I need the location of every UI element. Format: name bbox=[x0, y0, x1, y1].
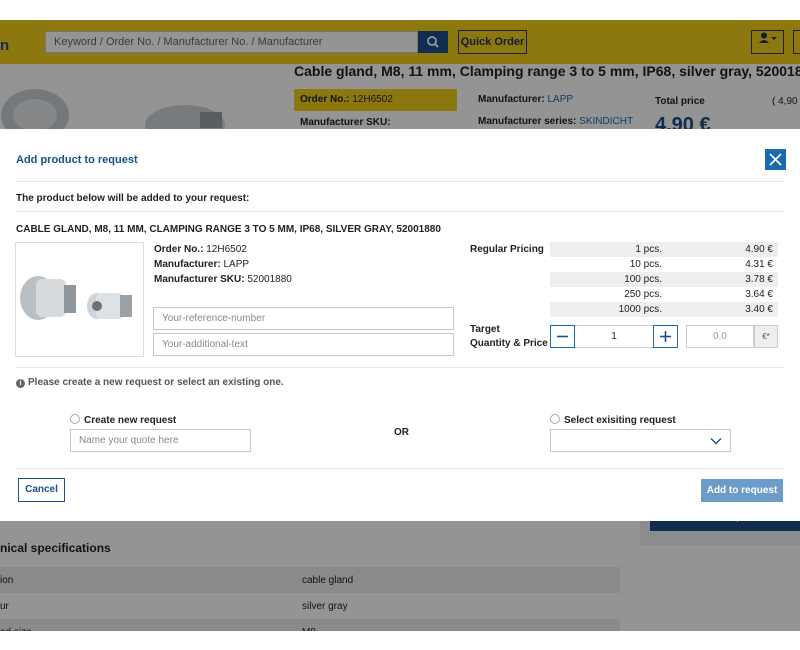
product-thumbnail bbox=[15, 242, 144, 357]
price-tier-row: 10 pcs. 4.31 € bbox=[550, 257, 778, 272]
modal-title: Add product to request bbox=[16, 154, 138, 166]
select-existing-radio[interactable] bbox=[550, 414, 560, 424]
cancel-button[interactable]: Cancel bbox=[18, 478, 65, 502]
reference-number-input[interactable]: Your-reference-number bbox=[153, 307, 454, 330]
price-tier-table: 1 pcs. 4.90 € 10 pcs. 4.31 € 100 pcs. 3.… bbox=[550, 242, 778, 317]
regular-pricing-label: Regular Pricing bbox=[470, 244, 544, 255]
tier-price: 3.40 € bbox=[745, 304, 773, 315]
modal-intro: The product below will be added to your … bbox=[16, 193, 250, 204]
modal-manufacturer-sku: Manufacturer SKU: 52001880 bbox=[154, 274, 292, 285]
target-label: Target Quantity & Price bbox=[470, 323, 548, 351]
chevron-down-icon bbox=[710, 438, 722, 445]
quantity-input[interactable]: 1 bbox=[575, 325, 653, 348]
create-new-radio[interactable] bbox=[70, 414, 80, 424]
sku-label: Manufacturer SKU: bbox=[154, 274, 245, 285]
or-separator: OR bbox=[394, 427, 409, 438]
divider bbox=[16, 181, 784, 182]
modal-manufacturer: Manufacturer: LAPP bbox=[154, 259, 249, 270]
target-label-line2: Quantity & Price bbox=[470, 338, 548, 349]
divider bbox=[16, 468, 784, 469]
sku-value: 52001880 bbox=[247, 274, 292, 285]
page-bottom bbox=[0, 631, 800, 650]
info-icon: i bbox=[16, 379, 25, 388]
tier-price: 4.31 € bbox=[745, 259, 773, 270]
target-price-input[interactable]: 0.0 bbox=[686, 325, 754, 348]
close-icon bbox=[769, 153, 782, 166]
request-notice: i Please create a new request or select a… bbox=[16, 377, 284, 388]
currency-label: €* bbox=[754, 325, 778, 348]
order-number-value: 12H6502 bbox=[206, 244, 247, 255]
tier-quantity: 10 pcs. bbox=[629, 259, 662, 270]
divider bbox=[16, 211, 784, 212]
price-tier-row: 250 pcs. 3.64 € bbox=[550, 287, 778, 302]
quote-name-input[interactable]: Name your quote here bbox=[70, 429, 251, 452]
notice-text: Please create a new request or select an… bbox=[28, 377, 284, 388]
additional-text-input[interactable]: Your-additional-text bbox=[153, 333, 454, 356]
increase-quantity-button[interactable] bbox=[653, 325, 678, 348]
close-button[interactable] bbox=[765, 149, 786, 170]
manufacturer-label: Manufacturer: bbox=[154, 259, 221, 270]
price-tier-row: 100 pcs. 3.78 € bbox=[550, 272, 778, 287]
tier-quantity: 250 pcs. bbox=[624, 289, 662, 300]
modal-order-number: Order No.: 12H6502 bbox=[154, 244, 247, 255]
price-tier-row: 1 pcs. 4.90 € bbox=[550, 242, 778, 257]
page: n Keyword / Order No. / Manufacturer No.… bbox=[0, 0, 800, 650]
add-to-request-button[interactable]: Add to request bbox=[701, 479, 783, 502]
minus-icon bbox=[557, 335, 568, 338]
divider bbox=[16, 367, 784, 368]
order-number-label: Order No.: bbox=[154, 244, 204, 255]
select-existing-label: Select exisiting request bbox=[564, 415, 676, 426]
existing-request-select[interactable] bbox=[550, 429, 731, 452]
create-new-request-option[interactable]: Create new request bbox=[70, 414, 176, 426]
tier-quantity: 100 pcs. bbox=[624, 274, 662, 285]
target-label-line1: Target bbox=[470, 324, 500, 335]
tier-price: 3.64 € bbox=[745, 289, 773, 300]
manufacturer-value: LAPP bbox=[223, 259, 250, 270]
add-to-request-modal: Add product to request The product below… bbox=[0, 129, 800, 521]
tier-quantity: 1000 pcs. bbox=[618, 304, 662, 315]
plus-icon bbox=[660, 331, 671, 342]
decrease-quantity-button[interactable] bbox=[550, 325, 575, 348]
tier-price: 3.78 € bbox=[745, 274, 773, 285]
select-existing-request-option[interactable]: Select exisiting request bbox=[550, 414, 676, 426]
tier-quantity: 1 pcs. bbox=[635, 244, 662, 255]
tier-price: 4.90 € bbox=[745, 244, 773, 255]
create-new-label: Create new request bbox=[84, 415, 177, 426]
modal-product-name: CABLE GLAND, M8, 11 MM, CLAMPING RANGE 3… bbox=[16, 224, 441, 235]
price-tier-row: 1000 pcs. 3.40 € bbox=[550, 302, 778, 317]
